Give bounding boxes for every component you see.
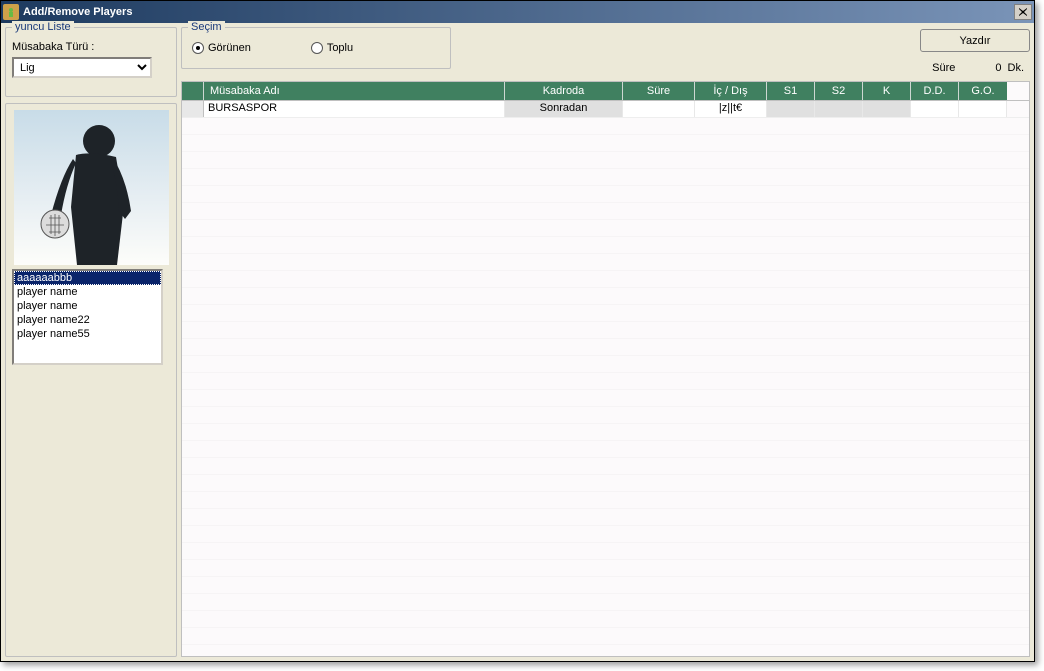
- close-button[interactable]: [1014, 4, 1032, 20]
- list-item[interactable]: player name22: [14, 313, 161, 327]
- selection-group-title: Seçim: [188, 21, 225, 33]
- top-right-area: Seçim Görünen Toplu Yazdır: [181, 27, 1030, 78]
- player-list-group: yuncu Liste Müsabaka Türü : Lig: [5, 27, 177, 97]
- cell-sure[interactable]: [623, 101, 695, 117]
- cell-go[interactable]: [959, 101, 1007, 117]
- print-button-label: Yazdır: [960, 35, 991, 47]
- duration-value: 0: [995, 62, 1001, 74]
- radio-visible-dot: [192, 42, 204, 54]
- col-header-icdis[interactable]: İç / Dış: [695, 82, 767, 100]
- col-header-sure[interactable]: Süre: [623, 82, 695, 100]
- match-type-label: Müsabaka Türü :: [12, 41, 170, 53]
- cell-s2[interactable]: [815, 101, 863, 117]
- player-list-group-title: yuncu Liste: [12, 21, 74, 33]
- cell-s1[interactable]: [767, 101, 815, 117]
- window-body: yuncu Liste Müsabaka Türü : Lig: [1, 23, 1034, 661]
- col-header-dd[interactable]: D.D.: [911, 82, 959, 100]
- list-item[interactable]: player name55: [14, 327, 161, 341]
- print-button[interactable]: Yazdır: [920, 29, 1030, 52]
- list-item[interactable]: player name: [14, 299, 161, 313]
- left-panel: yuncu Liste Müsabaka Türü : Lig: [5, 27, 177, 657]
- col-header-k[interactable]: K: [863, 82, 911, 100]
- duration-unit: Dk.: [1008, 62, 1025, 74]
- table-row[interactable]: BURSASPOR Sonradan |z||t€: [182, 101, 1029, 118]
- list-item[interactable]: aaaaaabbb: [14, 271, 161, 285]
- app-icon: [3, 4, 19, 20]
- col-header-name[interactable]: Müsabaka Adı: [204, 82, 505, 100]
- player-listbox[interactable]: aaaaaabbbplayer nameplayer nameplayer na…: [12, 269, 163, 365]
- radio-total[interactable]: Toplu: [311, 42, 353, 54]
- cell-kadroda[interactable]: Sonradan: [505, 101, 623, 117]
- cell-icdis[interactable]: |z||t€: [695, 101, 767, 117]
- window: Add/Remove Players yuncu Liste Müsabaka …: [0, 0, 1035, 662]
- radio-visible[interactable]: Görünen: [192, 42, 251, 54]
- cell-k[interactable]: [863, 101, 911, 117]
- radio-total-label: Toplu: [327, 42, 353, 54]
- cell-dd[interactable]: [911, 101, 959, 117]
- window-title: Add/Remove Players: [23, 6, 1014, 18]
- radio-visible-label: Görünen: [208, 42, 251, 54]
- radio-total-dot: [311, 42, 323, 54]
- list-item[interactable]: player name: [14, 285, 161, 299]
- titlebar: Add/Remove Players: [1, 1, 1034, 23]
- grid-body: BURSASPOR Sonradan |z||t€: [182, 101, 1029, 656]
- row-indicator: [182, 101, 204, 117]
- cell-name[interactable]: BURSASPOR: [204, 101, 505, 117]
- duration-display: Süre 0 Dk.: [932, 62, 1030, 78]
- match-type-select[interactable]: Lig: [12, 57, 152, 78]
- right-panel: Seçim Görünen Toplu Yazdır: [181, 27, 1030, 657]
- photo-list-group: aaaaaabbbplayer nameplayer nameplayer na…: [5, 103, 177, 657]
- col-header-s1[interactable]: S1: [767, 82, 815, 100]
- col-header-kadroda[interactable]: Kadroda: [505, 82, 623, 100]
- grid-header: Müsabaka Adı Kadroda Süre İç / Dış S1 S2…: [182, 82, 1029, 101]
- match-grid[interactable]: Müsabaka Adı Kadroda Süre İç / Dış S1 S2…: [181, 81, 1030, 657]
- grid-corner: [182, 82, 204, 100]
- selection-group: Seçim Görünen Toplu: [181, 27, 451, 69]
- player-photo: [14, 110, 169, 265]
- col-header-go[interactable]: G.O.: [959, 82, 1007, 100]
- col-header-s2[interactable]: S2: [815, 82, 863, 100]
- duration-label: Süre: [932, 62, 955, 74]
